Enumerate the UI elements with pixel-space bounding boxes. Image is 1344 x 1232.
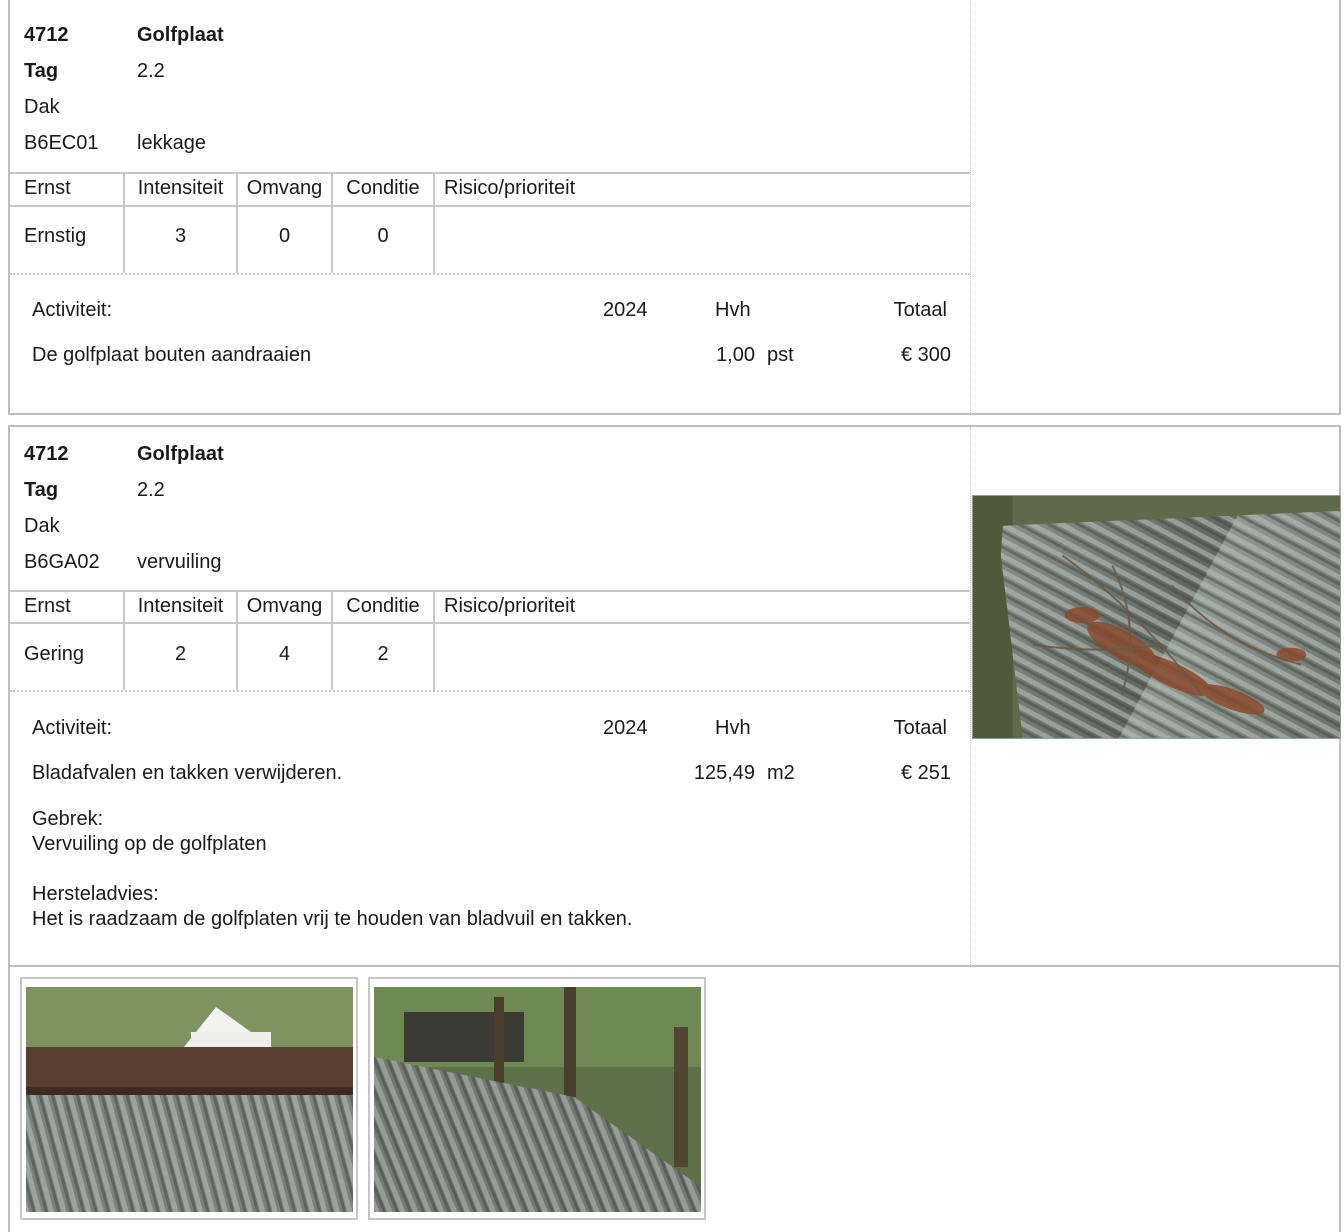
activity-description: De golfplaat bouten aandraaien (32, 344, 312, 366)
defect-name: lekkage (137, 132, 206, 154)
quantity-label: Hvh (715, 299, 751, 321)
value-ernst: Ernstig (24, 225, 87, 247)
quantity-label: Hvh (715, 717, 751, 739)
element-code: 4712 (24, 24, 69, 46)
element-code: 4712 (24, 443, 69, 465)
photo-frame-1 (20, 977, 358, 1220)
year-label: 2024 (603, 299, 648, 321)
tag-value: 2.2 (137, 60, 165, 82)
element-title: Golfplaat (137, 443, 224, 465)
tag-label: Tag (24, 479, 59, 501)
activity-label: Activiteit: (32, 299, 113, 321)
photo-frame-2 (368, 977, 706, 1220)
roof-photo-2 (26, 987, 353, 1212)
defect-code: B6EC01 (24, 132, 99, 154)
header-intensiteit: Intensiteit (137, 177, 224, 199)
header-intensiteit: Intensiteit (137, 595, 224, 617)
total-label: Totaal (893, 717, 947, 739)
inspection-card-1: 4712 Golfplaat Tag 2.2 Dak B6EC01 lekkag… (8, 0, 1341, 415)
header-ernst: Ernst (24, 177, 71, 199)
header-ernst: Ernst (24, 595, 71, 617)
value-intensiteit: 2 (174, 643, 187, 665)
location: Dak (24, 96, 60, 118)
year-label: 2024 (603, 717, 648, 739)
activity-label: Activiteit: (32, 717, 113, 739)
value-omvang: 0 (278, 225, 291, 247)
activity-quantity: 125,49 (693, 762, 755, 784)
header-conditie: Conditie (346, 177, 420, 199)
activity-unit: pst (767, 344, 794, 366)
defect-name: vervuiling (137, 551, 222, 573)
total-label: Totaal (893, 299, 947, 321)
roof-photo-main (972, 495, 1341, 739)
gebrek-label: Gebrek: (32, 808, 104, 830)
value-conditie: 0 (377, 225, 389, 247)
value-ernst: Gering (24, 643, 85, 665)
gebrek-text: Vervuiling op de golfplaten (32, 833, 267, 855)
value-omvang: 4 (278, 643, 291, 665)
value-conditie: 2 (377, 643, 389, 665)
activity-description: Bladafvalen en takken verwijderen. (32, 762, 343, 784)
inspection-card-2: 4712 Golfplaat Tag 2.2 Dak B6GA02 vervui… (8, 425, 1341, 967)
element-title: Golfplaat (137, 24, 224, 46)
defect-code: B6GA02 (24, 551, 100, 573)
roof-photo-3 (374, 987, 701, 1212)
activity-total: € 251 (900, 762, 951, 784)
photo-gallery (8, 965, 1341, 1232)
activity-total: € 300 (900, 344, 951, 366)
header-conditie: Conditie (346, 595, 420, 617)
activity-unit: m2 (767, 762, 795, 784)
header-omvang: Omvang (246, 595, 323, 617)
header-risico: Risico/prioriteit (444, 177, 576, 199)
value-intensiteit: 3 (174, 225, 187, 247)
column-separator (970, 0, 971, 413)
activity-quantity: 1,00 (716, 344, 755, 366)
hersteladvies-text: Het is raadzaam de golfplaten vrij te ho… (32, 908, 633, 930)
column-separator (970, 427, 971, 965)
hersteladvies-label: Hersteladvies: (32, 883, 159, 905)
location: Dak (24, 515, 60, 537)
tag-value: 2.2 (137, 479, 165, 501)
header-omvang: Omvang (246, 177, 323, 199)
tag-label: Tag (24, 60, 59, 82)
header-risico: Risico/prioriteit (444, 595, 576, 617)
